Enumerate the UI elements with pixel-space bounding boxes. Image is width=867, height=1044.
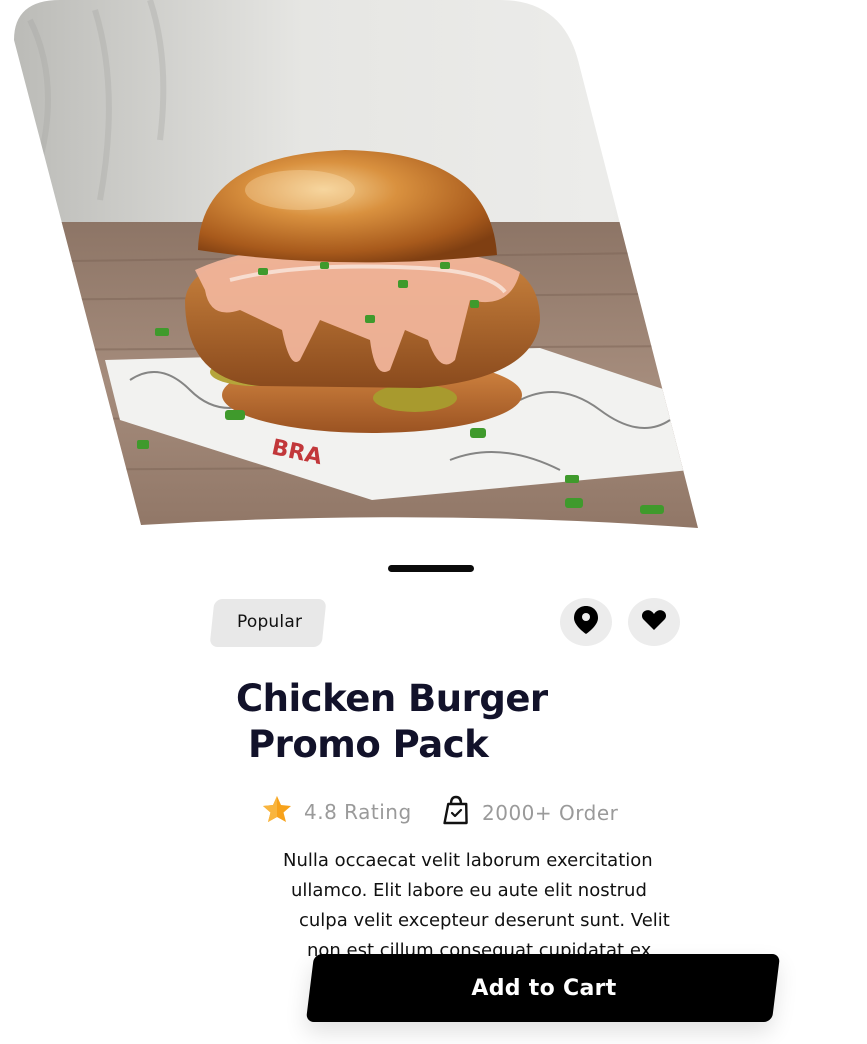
product-title-line1: Chicken Burger [236, 677, 548, 720]
location-pin-icon [573, 605, 599, 639]
product-title: Chicken Burger Promo Pack [236, 676, 548, 768]
popular-tag-label: Popular [237, 612, 303, 632]
rating-text: 4.8 Rating [304, 799, 412, 824]
shopping-bag-icon [442, 795, 470, 830]
product-description: Nulla occaecat velit laborum exercitatio… [270, 846, 730, 958]
location-button[interactable] [560, 598, 612, 646]
favorite-button[interactable] [628, 598, 680, 646]
description-line: Nulla occaecat velit laborum exercitatio… [283, 850, 653, 871]
description-line: ullamco. Elit labore eu aute elit nostru… [291, 880, 647, 901]
sheet-drag-handle[interactable] [388, 565, 474, 572]
orders-stat: 2000+ Order [442, 795, 618, 830]
product-title-line2: Promo Pack [248, 723, 489, 766]
add-to-cart-button[interactable] [305, 954, 781, 1022]
orders-text: 2000+ Order [482, 800, 619, 825]
heart-icon [641, 609, 667, 635]
hero-image: BRA [0, 0, 867, 540]
product-detail-screen: BRA Popular Chicken Burger Promo Pack 4.… [0, 0, 867, 1044]
rating-stat: 4.8 Rating [262, 795, 412, 828]
description-line: culpa velit excepteur deserunt sunt. Vel… [299, 910, 670, 931]
star-icon [262, 795, 292, 828]
